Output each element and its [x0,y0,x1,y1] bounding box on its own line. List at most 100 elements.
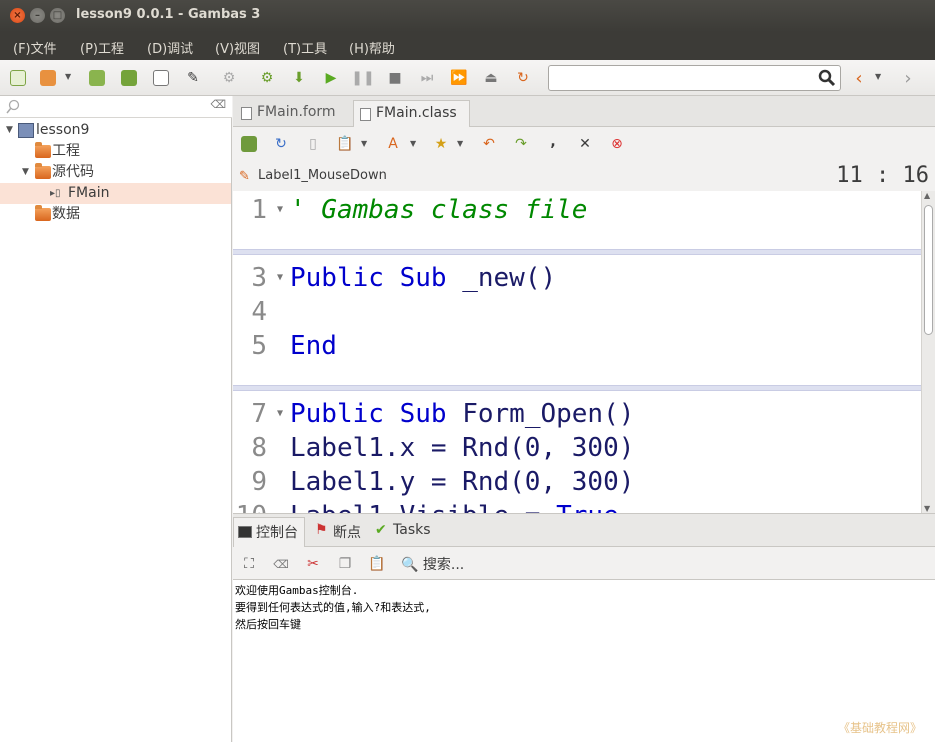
fold-arrow-icon[interactable]: ▼ [277,397,283,431]
tree-item-data[interactable]: 数据 [0,204,231,225]
menu-help[interactable]: (H)帮助 [349,38,395,57]
close-file-icon[interactable]: ⊗ [607,134,627,154]
undo-icon[interactable]: ↶ [479,134,499,154]
tree-item-sources[interactable]: ▼ 源代码 [0,162,231,183]
step-over-icon[interactable]: ⬇ [289,68,309,88]
reload-icon[interactable]: ↻ [271,134,291,154]
format-icon[interactable]: A [383,134,403,154]
tree-item-project-root[interactable]: ▼ lesson9 [0,120,231,141]
menu-bar: (F)文件 (P)工程 (D)调试 (V)视图 (T)工具 (H)帮助 [0,32,935,60]
paste-dropdown-icon[interactable]: ▼ [361,139,367,148]
maximize-panel-icon[interactable]: ⛶ [239,554,259,574]
eject-icon[interactable]: ⏏ [481,68,501,88]
search-input[interactable] [548,65,841,91]
project-filter-input[interactable]: ⌫ [0,96,232,118]
save-all-icon[interactable] [119,68,139,88]
history-dropdown-icon[interactable]: ▼ [875,72,881,81]
pause-icon[interactable]: ❚❚ [351,68,374,88]
clear-console-icon[interactable]: ⌫ [271,554,291,574]
format-dropdown-icon[interactable]: ▼ [410,139,416,148]
code-line: 5 End [233,329,921,363]
save-file-icon[interactable] [239,134,259,154]
expand-arrow-icon[interactable]: ▼ [6,120,13,141]
redo-icon[interactable]: ↷ [511,134,531,154]
menu-tools[interactable]: (T)工具 [283,38,327,57]
bookmark-dropdown-icon[interactable]: ▼ [457,139,463,148]
paste-icon[interactable]: 📋 [367,554,387,574]
step-icon[interactable]: ⚙ [257,68,277,88]
fast-forward-icon[interactable]: ⏩ [449,68,469,88]
code-keyword: True [556,501,619,513]
console-tabs: 控制台 ⚑ 断点 ✔ Tasks [233,513,935,547]
console-output[interactable]: 欢迎使用Gambas控制台. 要得到任何表达式的值,输入?和表达式, 然后按回车… [233,580,935,742]
code-text: Label1.x = Rnd(0, 300) [290,433,635,463]
comment-icon[interactable]: , [543,132,563,152]
uncomment-icon[interactable]: ✕ [575,134,595,154]
procedure-separator [233,385,921,391]
copy-doc-icon[interactable]: ▯ [303,134,323,154]
redo-jump-icon[interactable]: ↻ [513,68,533,88]
cut-icon[interactable]: ✂ [303,554,323,574]
stop-icon[interactable]: ■ [385,68,405,88]
code-text: _new() [446,263,557,293]
scrollbar-thumb[interactable] [924,205,933,335]
code-text: Form_Open() [446,399,635,429]
line-number: 4 [251,297,267,327]
tab-label: 控制台 [256,525,298,541]
forward-arrow-icon[interactable]: › [898,68,918,89]
tree-item-fmain[interactable]: ▸▯ FMain [0,183,231,204]
code-editor[interactable]: 1 ▼ ' Gambas class file 3 ▼ Public Sub _… [233,191,921,513]
minimize-window-button[interactable]: – [30,8,45,23]
paste-icon[interactable]: 📋 [335,134,355,154]
fold-arrow-icon[interactable]: ▼ [277,261,283,295]
console-search-button[interactable]: 🔍 搜索... [401,554,464,574]
scroll-up-icon[interactable]: ▲ [924,191,930,200]
procedure-selector[interactable]: Label1_MouseDown [258,168,387,183]
make-executable-icon[interactable]: ⚙ [219,68,239,88]
folder-icon [35,205,51,221]
menu-debug[interactable]: (D)调试 [147,38,193,57]
menu-project[interactable]: (P)工程 [80,38,124,57]
menu-view[interactable]: (V)视图 [215,38,260,57]
tree-item-project[interactable]: 工程 [0,141,231,162]
cursor-position: 11 : 16 [836,163,929,188]
run-icon[interactable]: ▶ [321,68,341,88]
tab-tasks[interactable]: ✔ Tasks [373,522,431,538]
search-icon: 🔍 [401,557,419,573]
tab-label: Tasks [393,522,431,538]
code-line: 1 ▼ ' Gambas class file [233,193,921,227]
watermark-text: 《基础教程网》 [837,721,922,735]
code-line: 10 Label1.Visible = True [233,499,921,513]
copy-icon[interactable]: ❐ [335,554,355,574]
magnifier-icon[interactable] [818,69,836,87]
scroll-down-icon[interactable]: ▼ [924,504,930,513]
code-text: Label1.y = Rnd(0, 300) [290,467,635,497]
save-icon[interactable] [87,68,107,88]
open-dropdown-icon[interactable]: ▼ [65,72,71,81]
maximize-window-button[interactable]: □ [50,8,65,23]
expand-arrow-icon[interactable]: ▼ [22,162,29,183]
bookmark-icon[interactable]: ★ [431,134,451,154]
project-panel: ⌫ ▼ lesson9 工程 ▼ 源代码 ▸▯ FMain 数据 [0,96,232,742]
search-label: 搜索... [422,557,465,573]
menu-file[interactable]: (F)文件 [13,38,57,57]
back-arrow-icon[interactable]: ‹ [849,68,869,89]
tab-fmain-form[interactable]: FMain.form [235,100,352,127]
compile-icon[interactable]: ✎ [183,68,203,88]
clear-filter-icon[interactable]: ⌫ [210,98,226,111]
new-file-icon[interactable] [8,68,28,88]
class-file-icon [360,108,371,121]
tree-item-label: lesson9 [36,122,90,138]
properties-icon[interactable] [151,68,171,88]
step-forward-icon[interactable]: ⏭ [417,68,437,88]
flag-icon: ⚑ [315,522,328,538]
close-window-button[interactable]: × [10,8,25,23]
folder-open-icon [35,163,51,179]
open-folder-icon[interactable] [38,68,58,88]
tab-breakpoints[interactable]: ⚑ 断点 [313,522,361,542]
tab-console[interactable]: 控制台 [233,517,305,547]
tab-fmain-class[interactable]: FMain.class [353,100,470,127]
code-scrollbar[interactable]: ▲ ▼ [921,191,935,513]
filter-search-icon [6,99,20,114]
fold-arrow-icon[interactable]: ▼ [277,193,283,227]
